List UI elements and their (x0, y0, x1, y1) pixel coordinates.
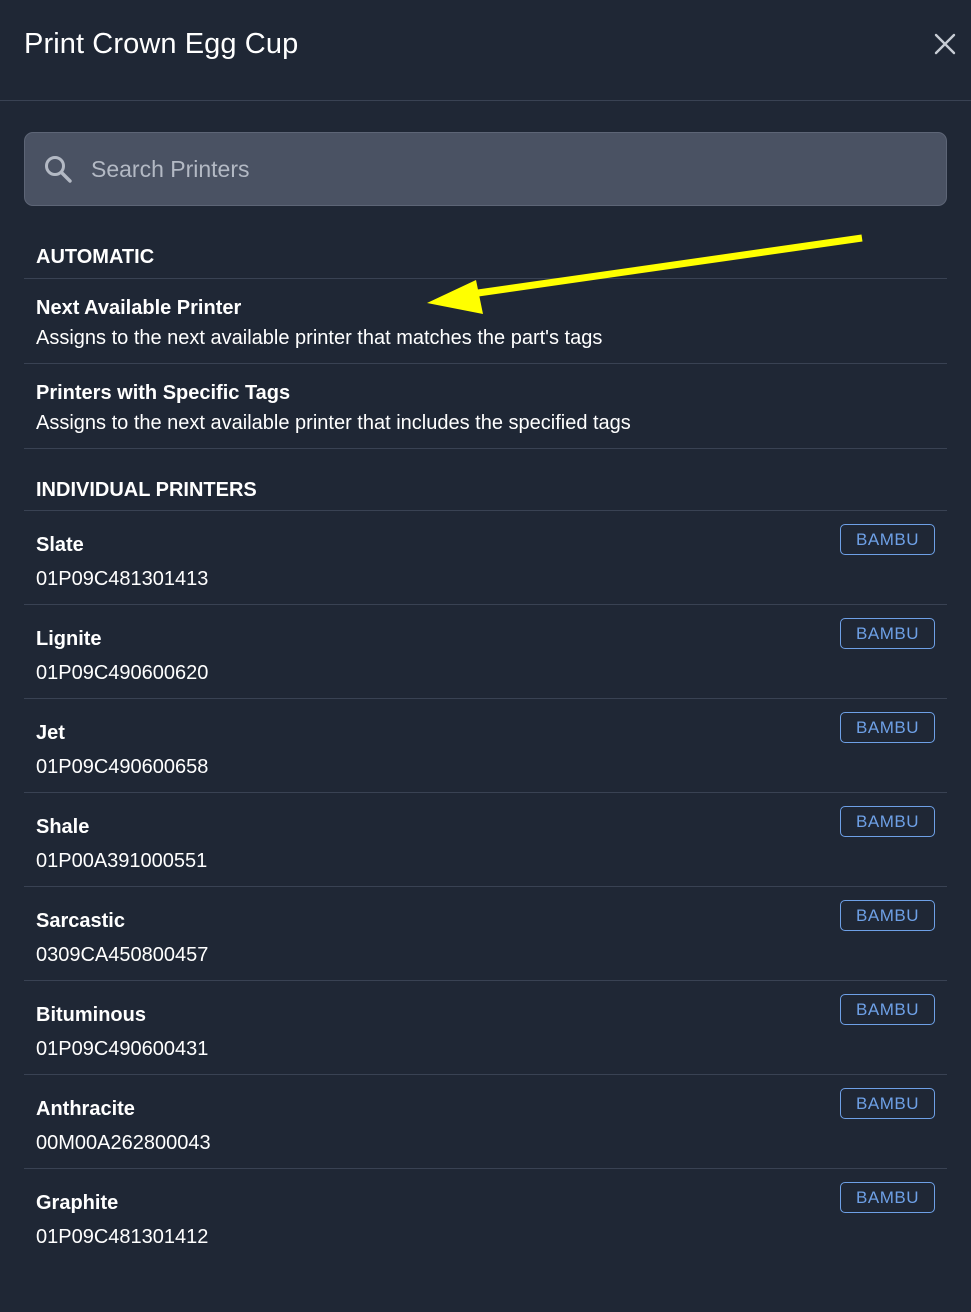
printer-name: Graphite (36, 1192, 119, 1214)
tag-badge: BAMBU (840, 1182, 935, 1213)
search-field[interactable] (24, 132, 947, 206)
printer-serial: 01P09C490600658 (36, 756, 209, 778)
printer-row-jet[interactable]: Jet 01P09C490600658 BAMBU (24, 699, 947, 793)
tag-badge: BAMBU (840, 806, 935, 837)
search-input[interactable] (91, 133, 931, 205)
search-icon (45, 156, 72, 183)
section-header-automatic: AUTOMATIC (24, 216, 947, 279)
printer-row-slate[interactable]: Slate 01P09C481301413 BAMBU (24, 511, 947, 605)
printer-serial: 01P09C490600620 (36, 662, 209, 684)
tag-badge: BAMBU (840, 1088, 935, 1119)
option-printers-with-specific-tags[interactable]: Printers with Specific Tags Assigns to t… (24, 364, 947, 449)
tag-badge: BAMBU (840, 712, 935, 743)
print-dialog: Print Crown Egg Cup AUTOMATIC Next Avail… (0, 0, 971, 1312)
printer-row-bituminous[interactable]: Bituminous 01P09C490600431 BAMBU (24, 981, 947, 1075)
option-next-available-printer[interactable]: Next Available Printer Assigns to the ne… (24, 279, 947, 364)
tag-badge: BAMBU (840, 524, 935, 555)
option-title: Next Available Printer (36, 297, 242, 319)
printer-name: Anthracite (36, 1098, 135, 1120)
printer-row-graphite[interactable]: Graphite 01P09C481301412 BAMBU (24, 1169, 947, 1263)
option-description: Assigns to the next available printer th… (36, 412, 631, 434)
printer-serial: 0309CA450800457 (36, 944, 209, 966)
option-title: Printers with Specific Tags (36, 382, 291, 404)
printer-name: Jet (36, 722, 65, 744)
printer-name: Lignite (36, 628, 102, 650)
dialog-title: Print Crown Egg Cup (24, 28, 299, 60)
section-header-individual-printers: INDIVIDUAL PRINTERS (24, 449, 947, 511)
printer-name: Sarcastic (36, 910, 125, 932)
printer-serial: 01P09C481301413 (36, 568, 209, 590)
printer-name: Slate (36, 534, 84, 556)
printer-name: Shale (36, 816, 90, 838)
tag-badge: BAMBU (840, 994, 935, 1025)
printer-row-lignite[interactable]: Lignite 01P09C490600620 BAMBU (24, 605, 947, 699)
printer-row-anthracite[interactable]: Anthracite 00M00A262800043 BAMBU (24, 1075, 947, 1169)
tag-badge: BAMBU (840, 900, 935, 931)
tag-badge: BAMBU (840, 618, 935, 649)
printer-serial: 00M00A262800043 (36, 1132, 211, 1154)
printer-name: Bituminous (36, 1004, 146, 1026)
printer-serial: 01P09C481301412 (36, 1226, 209, 1248)
printer-row-shale[interactable]: Shale 01P00A391000551 BAMBU (24, 793, 947, 887)
printer-row-sarcastic[interactable]: Sarcastic 0309CA450800457 BAMBU (24, 887, 947, 981)
printer-serial: 01P09C490600431 (36, 1038, 209, 1060)
dialog-header: Print Crown Egg Cup (0, 0, 971, 101)
option-description: Assigns to the next available printer th… (36, 327, 603, 349)
close-icon (934, 33, 956, 55)
printer-serial: 01P00A391000551 (36, 850, 208, 872)
close-button[interactable] (928, 27, 962, 61)
printer-list: AUTOMATIC Next Available Printer Assigns… (24, 216, 947, 1263)
